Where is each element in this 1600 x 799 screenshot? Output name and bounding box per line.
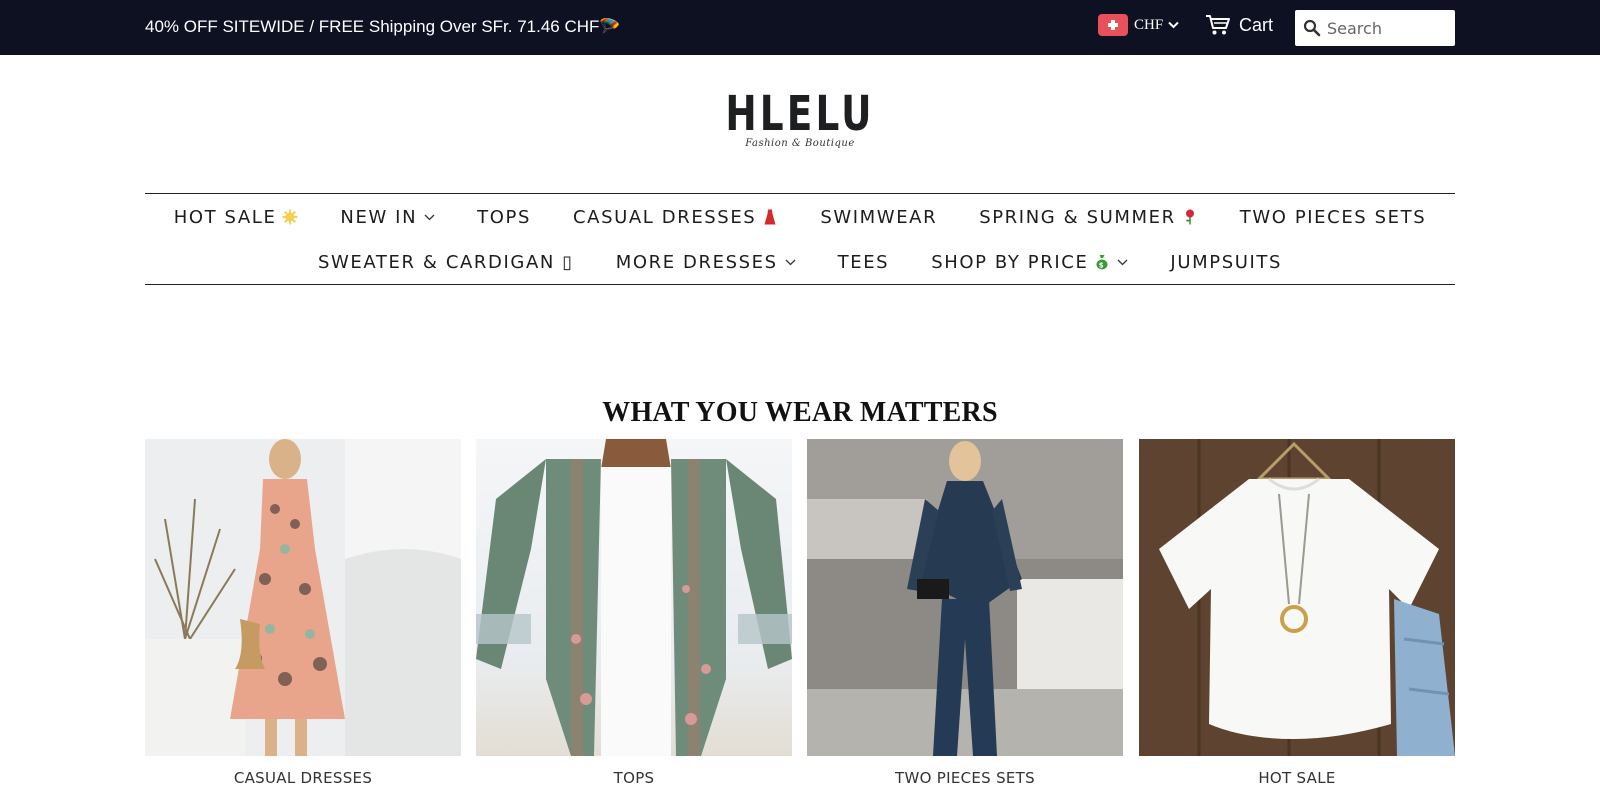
nav-item-label: MORE DRESSES (615, 251, 778, 273)
collection-grid: CASUAL DRESSES TOPS TWO PIECES SETS HOT … (145, 439, 1455, 799)
nav-item-spring-summer[interactable]: SPRING & SUMMER (958, 206, 1219, 228)
announcement-text: 40% OFF SITEWIDE / FREE Shipping Over SF… (145, 17, 621, 36)
nav-item-label: JUMPSUITS (1170, 251, 1283, 273)
collection-image[interactable] (145, 439, 461, 756)
nav-item-jumpsuits[interactable]: JUMPSUITS (1149, 251, 1303, 273)
cart-icon (1206, 15, 1230, 35)
collection-image[interactable] (476, 439, 792, 756)
collection-label[interactable]: HOT SALE (1139, 769, 1455, 787)
collection-label[interactable]: TWO PIECES SETS (807, 769, 1123, 787)
section-title: WHAT YOU WEAR MATTERS (602, 397, 998, 428)
announcement-bar: 40% OFF SITEWIDE / FREE Shipping Over SF… (0, 0, 1600, 55)
svg-text:$: $ (1099, 262, 1105, 270)
nav-row-2: SWEATER & CARDIGAN ▯ MORE DRESSES TEES S… (145, 251, 1455, 273)
dress-icon (764, 209, 776, 225)
collection-card-casual-dresses[interactable]: CASUAL DRESSES (145, 439, 461, 787)
collection-label[interactable]: CASUAL DRESSES (145, 769, 461, 787)
nav-item-tees[interactable]: TEES (817, 251, 911, 273)
nav-item-hot-sale[interactable]: HOT SALE (153, 206, 320, 228)
nav-item-label: CASUAL DRESSES (573, 206, 757, 228)
nav-item-label: SHOP BY PRICE (931, 251, 1089, 273)
nav-item-two-pieces-sets[interactable]: TWO PIECES SETS (1219, 206, 1448, 228)
chevron-down-icon (1117, 259, 1128, 265)
collection-card-two-pieces-sets[interactable]: TWO PIECES SETS (807, 439, 1123, 787)
nav-item-shop-by-price[interactable]: SHOP BY PRICE $ (910, 251, 1149, 273)
nav-item-more-dresses[interactable]: MORE DRESSES (595, 251, 817, 273)
site-logo[interactable]: HLELU Fashion & Boutique (700, 88, 900, 162)
chevron-down-icon (1168, 21, 1179, 29)
nav-item-label: SWEATER & CARDIGAN ▯ (317, 251, 574, 273)
search-bar[interactable] (1295, 10, 1455, 46)
nav-item-label: SPRING & SUMMER (979, 206, 1176, 228)
nav-item-tops[interactable]: TOPS (456, 206, 552, 228)
nav-item-label: TEES (837, 251, 890, 273)
chevron-down-icon (424, 214, 435, 220)
nav-item-label: TOPS (477, 206, 531, 228)
currency-selector[interactable]: CHF (1098, 14, 1179, 36)
rose-icon (1185, 209, 1194, 225)
nav-item-label: NEW IN (340, 206, 418, 228)
collection-card-tops[interactable]: TOPS (476, 439, 792, 787)
logo-wordmark: HLELU (725, 86, 875, 142)
collection-image[interactable] (1139, 439, 1455, 756)
nav-item-sweater-cardigan[interactable]: SWEATER & CARDIGAN ▯ (297, 251, 595, 273)
collection-card-hot-sale[interactable]: HOT SALE (1139, 439, 1455, 787)
search-input[interactable] (1327, 14, 1449, 42)
nav-item-label: HOT SALE (173, 206, 277, 228)
money-bag-icon: $ (1096, 255, 1108, 270)
search-icon[interactable] (1303, 19, 1321, 37)
nav-item-label: SWIMWEAR (820, 206, 938, 228)
cart-label: Cart (1239, 14, 1274, 35)
chevron-down-icon (785, 259, 796, 265)
swiss-flag-icon (1098, 14, 1128, 36)
main-navigation: HOT SALE NEW IN TOPS CASUAL DRESSES SWIM… (145, 193, 1455, 285)
nav-item-new-in[interactable]: NEW IN (319, 206, 456, 228)
sun-icon (282, 209, 298, 225)
nav-item-casual-dresses[interactable]: CASUAL DRESSES (552, 206, 799, 228)
nav-item-swimwear[interactable]: SWIMWEAR (799, 206, 958, 228)
cart-link[interactable]: Cart (1205, 14, 1273, 36)
currency-code: CHF (1134, 16, 1164, 33)
nav-row-1: HOT SALE NEW IN TOPS CASUAL DRESSES SWIM… (145, 206, 1455, 228)
collection-label[interactable]: TOPS (476, 769, 792, 787)
collection-image[interactable] (807, 439, 1123, 756)
nav-item-label: TWO PIECES SETS (1239, 206, 1427, 228)
